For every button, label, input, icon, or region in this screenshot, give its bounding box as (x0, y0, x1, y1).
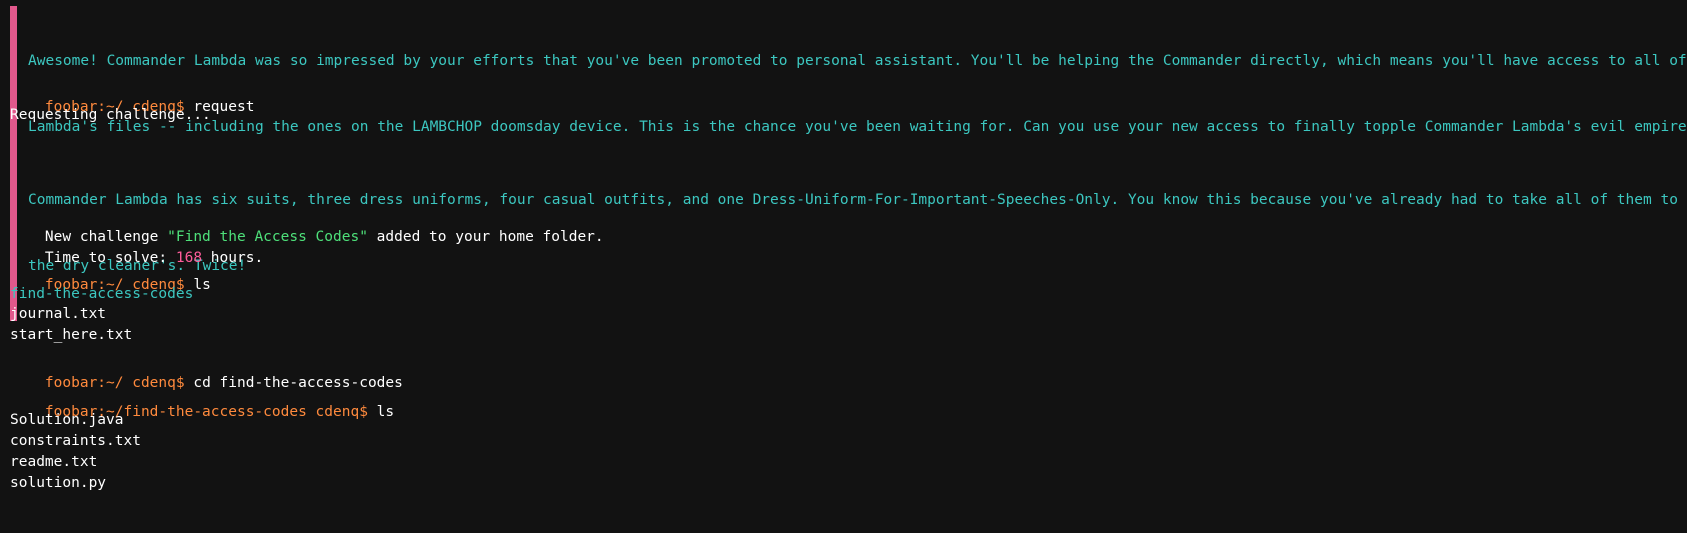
story-message-line: Awesome! Commander Lambda was so impress… (28, 53, 1687, 69)
directory-entry[interactable]: find-the-access-codes (10, 284, 193, 304)
command-text: ls (376, 404, 395, 420)
file-entry[interactable]: start_here.txt (10, 325, 132, 345)
challenge-suffix: added to your home folder. (367, 229, 604, 245)
file-entry[interactable]: solution.py (10, 473, 106, 493)
command-output: Requesting challenge... (10, 107, 211, 123)
file-entry[interactable]: journal.txt (10, 304, 106, 324)
file-entry[interactable]: Solution.java (10, 410, 124, 430)
file-entry[interactable]: constraints.txt (10, 431, 141, 451)
story-message-line: Lambda's files -- including the ones on … (28, 119, 1687, 135)
time-suffix: hours. (202, 250, 264, 266)
file-entry[interactable]: readme.txt (10, 452, 97, 472)
command-text: ls (193, 277, 211, 293)
terminal-window[interactable]: Awesome! Commander Lambda was so impress… (0, 0, 1687, 533)
